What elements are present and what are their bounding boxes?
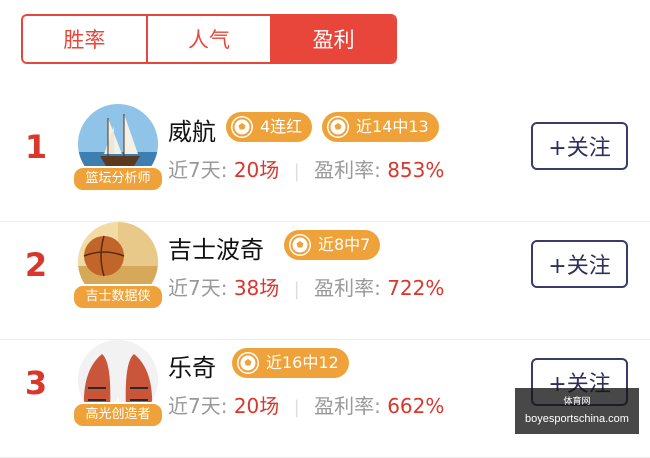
tab-profit[interactable]: 盈利 <box>270 16 395 62</box>
football-icon <box>237 352 259 374</box>
rank-number: 3 <box>24 364 48 402</box>
record-tag: 近8中7 <box>284 230 381 260</box>
divider: | <box>293 279 300 300</box>
streak-tag: 4连红 <box>226 112 313 142</box>
watermark: 体育网 boyesportschina.com <box>515 388 639 434</box>
follow-button[interactable]: +关注 <box>531 122 628 170</box>
tag-label: 近16中12 <box>266 353 339 372</box>
rate-label: 盈利率: <box>314 276 381 300</box>
period-label: 近7天: <box>168 394 228 418</box>
expert-stats: 近7天: 20场 | 盈利率: 662% <box>168 390 444 419</box>
watermark-label: 体育网 <box>563 397 591 407</box>
profit-rate: 853% <box>387 158 445 182</box>
expert-name[interactable]: 威航 <box>168 112 216 147</box>
tab-win-rate[interactable]: 胜率 <box>23 16 146 62</box>
record-tag: 近14中13 <box>322 112 439 142</box>
avatar-badge: 篮坛分析师 <box>72 166 164 192</box>
match-count: 38场 <box>233 276 280 300</box>
avatar-badge: 吉士数据侠 <box>72 284 164 310</box>
expert-row[interactable]: 1 篮坛分析师 威航 4连红 近14中13 近7天: 20场 | 盈利率: 85… <box>0 104 650 222</box>
expert-name[interactable]: 吉士波奇 <box>168 230 264 265</box>
watermark-url: boyesportschina.com <box>525 413 629 425</box>
divider: | <box>293 397 300 418</box>
period-label: 近7天: <box>168 158 228 182</box>
period-label: 近7天: <box>168 276 228 300</box>
expert-stats: 近7天: 38场 | 盈利率: 722% <box>168 272 444 301</box>
record-tag: 近16中12 <box>232 348 349 378</box>
tag-label: 近14中13 <box>356 117 429 136</box>
avatar-badge: 高光创造者 <box>72 402 164 428</box>
sort-tabs: 胜率 人气 盈利 <box>21 14 397 64</box>
divider: | <box>293 161 300 182</box>
tag-label: 近8中7 <box>318 235 371 254</box>
rate-label: 盈利率: <box>314 158 381 182</box>
expert-stats: 近7天: 20场 | 盈利率: 853% <box>168 154 444 183</box>
rank-number: 1 <box>24 128 48 166</box>
tag-label: 4连红 <box>260 117 303 136</box>
match-count: 20场 <box>233 158 280 182</box>
expert-name[interactable]: 乐奇 <box>168 348 216 383</box>
football-icon <box>327 116 349 138</box>
rank-number: 2 <box>24 246 48 284</box>
football-icon <box>289 234 311 256</box>
match-count: 20场 <box>233 394 280 418</box>
football-icon <box>231 116 253 138</box>
profit-rate: 722% <box>387 276 445 300</box>
expert-row[interactable]: 2 吉士数据侠 吉士波奇 近8中7 近7天: 38场 | 盈利率: 722% +… <box>0 222 650 340</box>
follow-button[interactable]: +关注 <box>531 240 628 288</box>
profit-rate: 662% <box>387 394 445 418</box>
rate-label: 盈利率: <box>314 394 381 418</box>
tab-popularity[interactable]: 人气 <box>145 16 271 62</box>
